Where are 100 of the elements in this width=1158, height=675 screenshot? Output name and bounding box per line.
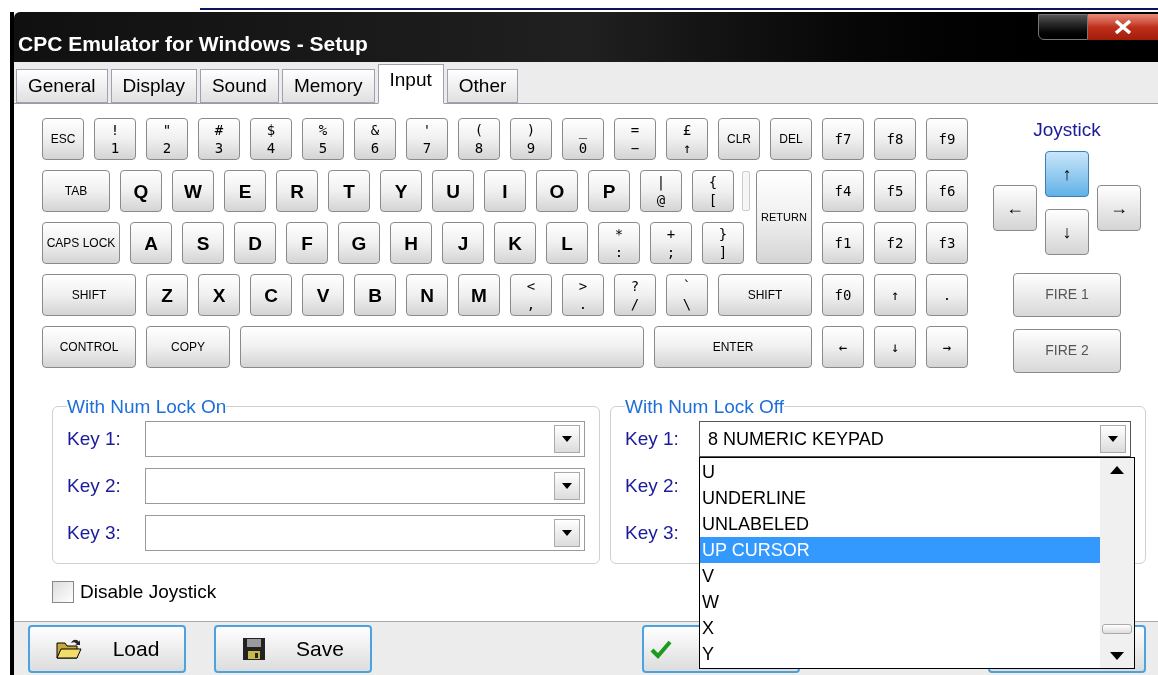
list-option[interactable]: W (700, 589, 1100, 615)
combo-box[interactable]: 8 NUMERIC KEYPAD (699, 421, 1131, 457)
keyboard-key[interactable]: C (250, 274, 292, 316)
joystick-direction-button[interactable]: ← (993, 184, 1037, 231)
keyboard-key[interactable]: CONTROL (42, 326, 136, 368)
joystick-direction-button[interactable]: ↑ (1045, 150, 1089, 197)
tab[interactable]: Other (446, 69, 519, 103)
keyboard-key[interactable]: M (458, 274, 500, 316)
keyboard-key[interactable]: > . (562, 274, 604, 316)
keyboard-key[interactable]: ENTER (654, 326, 812, 368)
keyboard-key[interactable]: & 6 (354, 118, 396, 160)
keyboard-key[interactable]: f4 (822, 170, 864, 212)
keyboard-key[interactable]: COPY (146, 326, 230, 368)
keyboard-key[interactable]: f5 (874, 170, 916, 212)
return-key[interactable]: RETURN (756, 170, 812, 264)
keyboard-key[interactable]: { [ (692, 170, 734, 212)
list-option[interactable]: U (700, 459, 1100, 485)
list-option[interactable]: UNLABELED (700, 511, 1100, 537)
keyboard-key[interactable]: DEL (770, 118, 812, 160)
keyboard-key[interactable]: " 2 (146, 118, 188, 160)
fire-button[interactable]: FIRE 1 (1013, 272, 1121, 317)
keyboard-key[interactable]: ` \ (666, 274, 708, 316)
tab[interactable]: Sound (199, 69, 279, 103)
window-control-button[interactable] (1038, 14, 1088, 40)
list-option[interactable]: Y (700, 641, 1100, 667)
keyboard-key[interactable]: f0 (822, 274, 864, 316)
keyboard-key[interactable]: J (442, 222, 484, 264)
keyboard-key[interactable]: A (130, 222, 172, 264)
space-bar-key[interactable] (240, 326, 644, 368)
tab[interactable]: Input (377, 64, 444, 104)
keyboard-key[interactable]: ↓ (874, 326, 916, 368)
keyboard-key[interactable]: | @ (640, 170, 682, 212)
keyboard-key[interactable]: B (354, 274, 396, 316)
keyboard-key[interactable]: CLR (718, 118, 760, 160)
keyboard-key[interactable]: X (198, 274, 240, 316)
keyboard-key[interactable]: S (182, 222, 224, 264)
keyboard-key[interactable]: f2 (874, 222, 916, 264)
list-option[interactable]: X (700, 615, 1100, 641)
scrollbar-thumb[interactable] (1102, 624, 1132, 634)
keyboard-key[interactable]: # 3 (198, 118, 240, 160)
close-button[interactable] (1088, 14, 1158, 40)
keyboard-key[interactable]: % 5 (302, 118, 344, 160)
joystick-direction-button[interactable]: ↓ (1045, 208, 1089, 255)
keyboard-key[interactable]: R (276, 170, 318, 212)
keyboard-key[interactable]: ESC (42, 118, 84, 160)
joystick-direction-button[interactable]: → (1097, 184, 1141, 231)
keyboard-key[interactable]: ? / (614, 274, 656, 316)
tab[interactable]: Memory (281, 69, 375, 103)
tab[interactable]: General (16, 69, 108, 103)
keyboard-key[interactable]: } ] (702, 222, 744, 264)
keyboard-key[interactable]: E (224, 170, 266, 212)
keyboard-key[interactable]: ← (822, 326, 864, 368)
keyboard-key[interactable]: H (390, 222, 432, 264)
keyboard-key[interactable]: TAB (42, 170, 110, 212)
keyboard-key[interactable]: ( 8 (458, 118, 500, 160)
keyboard-key[interactable]: L (546, 222, 588, 264)
keyboard-key[interactable]: . (926, 274, 968, 316)
dropdown-button[interactable] (554, 519, 580, 547)
keyboard-key[interactable]: + ; (650, 222, 692, 264)
keyboard-key[interactable]: f3 (926, 222, 968, 264)
keyboard-key[interactable]: ) 9 (510, 118, 552, 160)
keyboard-key[interactable]: CAPS LOCK (42, 222, 120, 264)
keyboard-key[interactable]: T (328, 170, 370, 212)
dropdown-button[interactable] (1100, 425, 1126, 453)
dropdown-button[interactable] (554, 472, 580, 500)
keyboard-key[interactable]: £ ↑ (666, 118, 708, 160)
tab[interactable]: Display (110, 69, 197, 103)
keyboard-key[interactable]: SHIFT (718, 274, 812, 316)
keyboard-key[interactable]: f1 (822, 222, 864, 264)
keyboard-key[interactable]: U (432, 170, 474, 212)
keyboard-key[interactable]: = − (614, 118, 656, 160)
keyboard-key[interactable]: SHIFT (42, 274, 136, 316)
checkbox[interactable] (52, 581, 74, 604)
keyboard-key[interactable]: f7 (822, 118, 864, 160)
scroll-down-icon[interactable] (1110, 652, 1124, 660)
keyboard-key[interactable]: K (494, 222, 536, 264)
keyboard-key[interactable]: Y (380, 170, 422, 212)
keyboard-key[interactable]: < , (510, 274, 552, 316)
list-option[interactable]: UNDERLINE (700, 485, 1100, 511)
keyboard-key[interactable]: G (338, 222, 380, 264)
keyboard-key[interactable]: Q (120, 170, 162, 212)
keyboard-key[interactable]: P (588, 170, 630, 212)
keyboard-key[interactable]: D (234, 222, 276, 264)
keyboard-key[interactable]: Z (146, 274, 188, 316)
keyboard-key[interactable]: W (172, 170, 214, 212)
scroll-up-icon[interactable] (1110, 466, 1124, 474)
keyboard-key[interactable]: $ 4 (250, 118, 292, 160)
keyboard-key[interactable]: ' 7 (406, 118, 448, 160)
save-button[interactable]: Save (214, 625, 372, 673)
fire-button[interactable]: FIRE 2 (1013, 328, 1121, 373)
keyboard-key[interactable]: O (536, 170, 578, 212)
keyboard-key[interactable]: f8 (874, 118, 916, 160)
keyboard-key[interactable]: V (302, 274, 344, 316)
keyboard-key[interactable]: N (406, 274, 448, 316)
keyboard-key[interactable]: F (286, 222, 328, 264)
dropdown-button[interactable] (554, 425, 580, 453)
load-button[interactable]: Load (28, 625, 186, 673)
keyboard-key[interactable]: I (484, 170, 526, 212)
keyboard-key[interactable]: → (926, 326, 968, 368)
keyboard-key[interactable]: f9 (926, 118, 968, 160)
